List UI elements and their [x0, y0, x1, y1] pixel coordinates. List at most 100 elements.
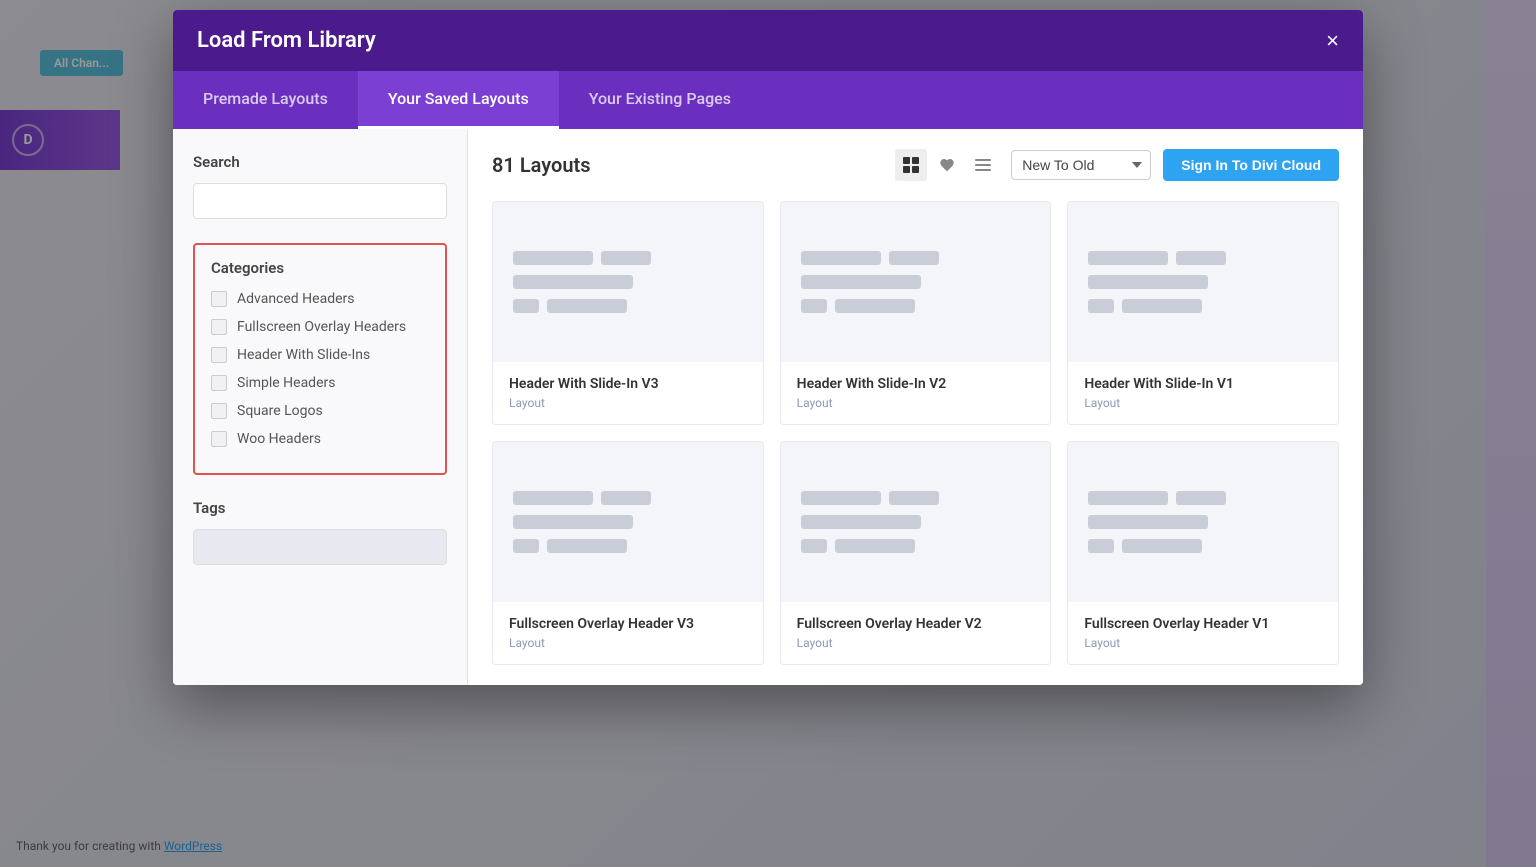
modal-close-button[interactable]: × — [1326, 30, 1339, 52]
category-item-woo-headers[interactable]: Woo Headers — [211, 431, 429, 447]
layouts-grid: Header With Slide-In V3 Layout — [492, 201, 1339, 665]
card-type-1: Layout — [509, 396, 747, 410]
category-item-header-slide-ins[interactable]: Header With Slide-Ins — [211, 347, 429, 363]
card-title-3: Header With Slide-In V1 — [1084, 376, 1322, 392]
category-label-header-slide-ins: Header With Slide-Ins — [237, 347, 370, 363]
card-title-6: Fullscreen Overlay Header V1 — [1084, 616, 1322, 632]
sort-select[interactable]: New To Old Old To New A To Z Z To A — [1011, 150, 1151, 180]
skeleton — [513, 491, 593, 505]
modal-tabs: Premade Layouts Your Saved Layouts Your … — [173, 71, 1363, 129]
skeleton — [801, 251, 881, 265]
category-checkbox-square-logos[interactable] — [211, 403, 227, 419]
category-label-simple-headers: Simple Headers — [237, 375, 335, 391]
skeleton — [889, 251, 939, 265]
tab-premade-layouts[interactable]: Premade Layouts — [173, 71, 358, 129]
skeleton — [1088, 515, 1208, 529]
category-item-simple-headers[interactable]: Simple Headers — [211, 375, 429, 391]
tab-saved-layouts[interactable]: Your Saved Layouts — [358, 71, 559, 129]
card-info-1: Header With Slide-In V3 Layout — [493, 362, 763, 424]
skeleton — [1088, 299, 1114, 313]
skeleton — [513, 539, 539, 553]
layout-card-3[interactable]: Header With Slide-In V1 Layout — [1067, 201, 1339, 425]
card-info-6: Fullscreen Overlay Header V1 Layout — [1068, 602, 1338, 664]
skeleton — [801, 299, 827, 313]
categories-box: Categories Advanced Headers Fullscreen O… — [193, 243, 447, 475]
skeleton — [513, 515, 633, 529]
search-label: Search — [193, 153, 447, 171]
skeleton — [601, 491, 651, 505]
card-title-5: Fullscreen Overlay Header V2 — [797, 616, 1035, 632]
card-title-4: Fullscreen Overlay Header V3 — [509, 616, 747, 632]
skeleton — [835, 539, 915, 553]
category-checkbox-header-slide-ins[interactable] — [211, 347, 227, 363]
category-item-square-logos[interactable]: Square Logos — [211, 403, 429, 419]
category-checkbox-woo-headers[interactable] — [211, 431, 227, 447]
search-input[interactable] — [193, 183, 447, 219]
category-item-advanced-headers[interactable]: Advanced Headers — [211, 291, 429, 307]
card-preview-4 — [493, 442, 763, 602]
skeleton — [513, 275, 633, 289]
modal-header: Load From Library × — [173, 10, 1363, 71]
layout-card-4[interactable]: Fullscreen Overlay Header V3 Layout — [492, 441, 764, 665]
skeleton — [801, 275, 921, 289]
card-preview-5 — [781, 442, 1051, 602]
category-checkbox-fullscreen-overlay[interactable] — [211, 319, 227, 335]
main-content: 81 Layouts — [468, 129, 1363, 685]
card-preview-6 — [1068, 442, 1338, 602]
grid-icon — [903, 157, 919, 173]
layout-card-2[interactable]: Header With Slide-In V2 Layout — [780, 201, 1052, 425]
card-info-4: Fullscreen Overlay Header V3 Layout — [493, 602, 763, 664]
layout-card-5[interactable]: Fullscreen Overlay Header V2 Layout — [780, 441, 1052, 665]
skeleton — [835, 299, 915, 313]
card-title-1: Header With Slide-In V3 — [509, 376, 747, 392]
category-item-fullscreen-overlay[interactable]: Fullscreen Overlay Headers — [211, 319, 429, 335]
skeleton — [801, 515, 921, 529]
skeleton — [513, 299, 539, 313]
grid-view-button[interactable] — [895, 149, 927, 181]
layout-card-1[interactable]: Header With Slide-In V3 Layout — [492, 201, 764, 425]
sign-in-divi-cloud-button[interactable]: Sign In To Divi Cloud — [1163, 149, 1339, 181]
card-type-4: Layout — [509, 636, 747, 650]
category-label-fullscreen-overlay: Fullscreen Overlay Headers — [237, 319, 406, 335]
card-info-5: Fullscreen Overlay Header V2 Layout — [781, 602, 1051, 664]
skeleton — [801, 539, 827, 553]
card-info-3: Header With Slide-In V1 Layout — [1068, 362, 1338, 424]
layout-card-6[interactable]: Fullscreen Overlay Header V1 Layout — [1067, 441, 1339, 665]
category-label-advanced-headers: Advanced Headers — [237, 291, 355, 307]
skeleton — [513, 251, 593, 265]
skeleton — [1122, 539, 1202, 553]
card-preview-1 — [493, 202, 763, 362]
skeleton — [889, 491, 939, 505]
list-view-button[interactable] — [967, 149, 999, 181]
card-type-6: Layout — [1084, 636, 1322, 650]
card-type-5: Layout — [797, 636, 1035, 650]
card-preview-3 — [1068, 202, 1338, 362]
toolbar-right: New To Old Old To New A To Z Z To A Sign… — [895, 149, 1339, 181]
categories-title: Categories — [211, 259, 429, 277]
category-label-woo-headers: Woo Headers — [237, 431, 321, 447]
modal-title: Load From Library — [197, 28, 376, 53]
skeleton — [547, 539, 627, 553]
list-icon — [975, 157, 991, 173]
skeleton — [601, 251, 651, 265]
sidebar: Search Categories Advanced Headers Fulls… — [173, 129, 468, 685]
tags-input[interactable] — [193, 529, 447, 565]
skeleton — [1088, 251, 1168, 265]
skeleton — [1088, 275, 1208, 289]
favorite-view-button[interactable] — [931, 149, 963, 181]
card-info-2: Header With Slide-In V2 Layout — [781, 362, 1051, 424]
card-type-2: Layout — [797, 396, 1035, 410]
card-type-3: Layout — [1084, 396, 1322, 410]
layouts-count: 81 Layouts — [492, 153, 591, 177]
view-toggle — [895, 149, 999, 181]
skeleton — [1088, 539, 1114, 553]
card-preview-2 — [781, 202, 1051, 362]
category-label-square-logos: Square Logos — [237, 403, 323, 419]
toolbar: 81 Layouts — [492, 149, 1339, 181]
category-checkbox-advanced-headers[interactable] — [211, 291, 227, 307]
tags-title: Tags — [193, 499, 447, 517]
skeleton — [1176, 491, 1226, 505]
modal: Load From Library × Premade Layouts Your… — [173, 10, 1363, 685]
category-checkbox-simple-headers[interactable] — [211, 375, 227, 391]
tab-existing-pages[interactable]: Your Existing Pages — [559, 71, 761, 129]
